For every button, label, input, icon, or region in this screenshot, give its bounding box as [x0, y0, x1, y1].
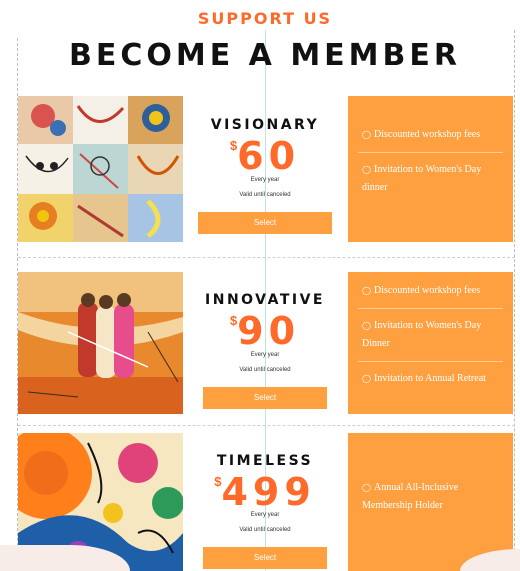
check-circle-icon: ◯ — [362, 321, 371, 330]
plan-divider — [18, 425, 515, 426]
plan-price: $499 — [195, 470, 335, 514]
price-amount: 90 — [237, 309, 301, 353]
timeless-features: ◯ Annual All-Inclusive Membership Holder — [348, 433, 513, 571]
feature-item: ◯ Invitation to Annual Retreat — [358, 361, 503, 396]
currency-symbol: $ — [229, 313, 238, 328]
plan-name: VISIONARY — [210, 117, 320, 133]
currency-symbol: $ — [214, 474, 222, 489]
plan-divider — [18, 257, 515, 258]
check-circle-icon: ◯ — [362, 130, 371, 139]
plan-price: $60 — [195, 134, 335, 178]
visionary-artwork — [18, 96, 183, 242]
innovative-features: ◯ Discounted workshop fees ◯ Invitation to… — [348, 272, 513, 414]
check-circle-icon: ◯ — [362, 374, 371, 383]
visionary-features: ◯ Discounted workshop fees ◯ Invitation to… — [348, 96, 513, 242]
select-innovative-button[interactable]: Select — [203, 387, 327, 409]
billing-period: Every year — [250, 352, 280, 358]
feature-item: ◯ Annual All-Inclusive Membership Holder — [348, 433, 513, 523]
right-guide — [514, 30, 515, 571]
innovative-artwork — [18, 272, 183, 414]
feature-item: ◯ Discounted workshop fees — [348, 272, 513, 308]
feature-item: ◯ Invitation to Women's Day dinner — [358, 152, 503, 205]
plan-name: INNOVATIVE — [205, 292, 325, 308]
billing-period: Every year — [250, 177, 280, 183]
plan-validity: Valid until canceled — [239, 527, 291, 533]
plan-name: TIMELESS — [216, 453, 314, 469]
plan-validity: Valid until canceled — [239, 367, 291, 373]
feature-item: ◯ Invitation to Women's Day Dinner — [358, 308, 503, 361]
section-eyebrow: SUPPORT US — [197, 9, 333, 28]
page-title: BECOME A MEMBER — [69, 38, 461, 73]
check-circle-icon: ◯ — [362, 165, 371, 174]
select-timeless-button[interactable]: Select — [203, 547, 327, 569]
price-amount: 499 — [221, 470, 316, 514]
currency-symbol: $ — [229, 138, 238, 153]
feature-item: ◯ Discounted workshop fees — [348, 96, 513, 152]
price-amount: 60 — [237, 134, 301, 178]
plan-price: $90 — [195, 309, 335, 353]
check-circle-icon: ◯ — [362, 483, 371, 492]
check-circle-icon: ◯ — [362, 286, 371, 295]
select-visionary-button[interactable]: Select — [198, 212, 332, 234]
billing-period: Every year — [250, 512, 280, 518]
plan-validity: Valid until canceled — [239, 192, 291, 198]
